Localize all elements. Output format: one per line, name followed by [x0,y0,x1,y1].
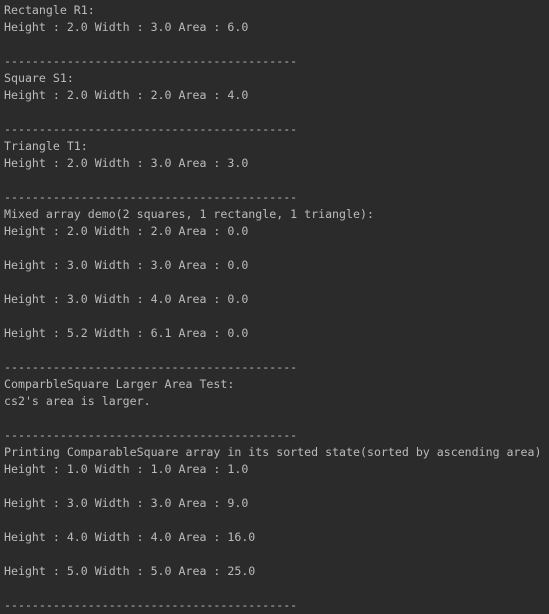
console-line: Height : 2.0 Width : 2.0 Area : 0.0 [4,224,249,238]
console-line: Height : 5.2 Width : 6.1 Area : 0.0 [4,326,249,340]
console-line: ComparbleSquare Larger Area Test: [4,377,235,391]
console-line: Printing ComparableSquare array in its s… [4,445,542,459]
console-separator: ----------------------------------------… [4,598,298,612]
console-line: Triangle T1: [4,139,88,153]
console-line: Rectangle R1: [4,3,95,17]
console-line: Height : 2.0 Width : 3.0 Area : 3.0 [4,156,249,170]
console-line: Height : 3.0 Width : 3.0 Area : 0.0 [4,258,249,272]
console-line: Height : 3.0 Width : 4.0 Area : 0.0 [4,292,249,306]
console-line: Height : 5.0 Width : 5.0 Area : 25.0 [4,564,256,578]
console-line: Height : 4.0 Width : 4.0 Area : 16.0 [4,530,256,544]
console-separator: ----------------------------------------… [4,360,298,374]
console-separator: ----------------------------------------… [4,54,298,68]
console-separator: ----------------------------------------… [4,190,298,204]
console-line: Height : 2.0 Width : 3.0 Area : 6.0 [4,20,249,34]
console-separator: ----------------------------------------… [4,428,298,442]
console-line: Mixed array demo(2 squares, 1 rectangle,… [4,207,374,221]
console-output[interactable]: Rectangle R1: Height : 2.0 Width : 3.0 A… [0,0,549,614]
console-separator: ----------------------------------------… [4,122,298,136]
console-line: Square S1: [4,71,74,85]
console-line: Height : 1.0 Width : 1.0 Area : 1.0 [4,462,249,476]
console-line: Height : 3.0 Width : 3.0 Area : 9.0 [4,496,249,510]
console-line: Height : 2.0 Width : 2.0 Area : 4.0 [4,88,249,102]
console-line: cs2's area is larger. [4,394,151,408]
